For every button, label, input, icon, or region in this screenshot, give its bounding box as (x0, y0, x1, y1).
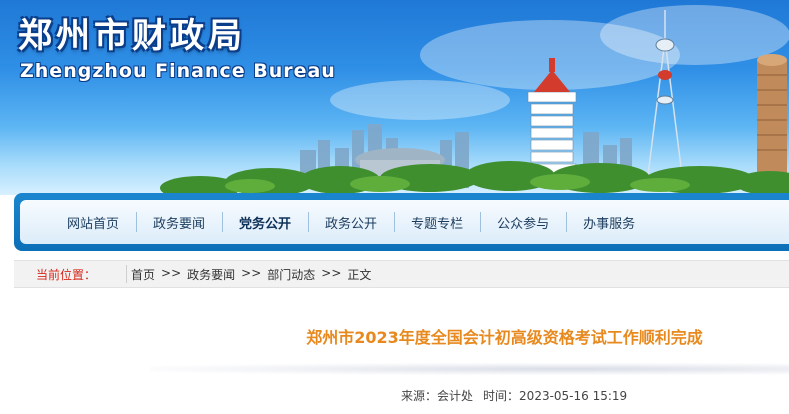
article-time: 时间：2023-05-16 15:19 (483, 387, 627, 404)
source-value: 会计处 (437, 389, 474, 403)
article-title: 郑州市2023年度全国会计初高级资格考试工作顺利完成 (306, 328, 703, 347)
site-banner: 郑州市财政局 Zhengzhou Finance Bureau (0, 0, 789, 195)
breadcrumb-divider (126, 265, 127, 283)
breadcrumb-trail: 首页 >> 政务要闻 >> 部门动态 >> 正文 (131, 266, 371, 283)
time-value: 2023-05-16 15:19 (519, 389, 628, 403)
breadcrumb-current: 正文 (347, 268, 372, 282)
breadcrumb-government-news[interactable]: 政务要闻 (187, 266, 235, 283)
main-nav: 网站首页 政务要闻 党务公开 政务公开 专题专栏 公众参与 办事服务 (50, 200, 652, 244)
source-label: 来源： (401, 389, 438, 403)
breadcrumb-home[interactable]: 首页 (131, 266, 155, 283)
breadcrumb-label: 当前位置： (36, 268, 97, 282)
nav-item-services[interactable]: 办事服务 (566, 200, 652, 244)
main-nav-bar: 网站首页 政务要闻 党务公开 政务公开 专题专栏 公众参与 办事服务 (14, 193, 789, 251)
breadcrumb-department-news[interactable]: 部门动态 (267, 266, 315, 283)
breadcrumb-separator: >> (241, 266, 262, 280)
nav-item-special-topics[interactable]: 专题专栏 (394, 200, 480, 244)
site-title: 郑州市财政局 (18, 16, 246, 56)
article-source: 来源：会计处 (401, 387, 473, 404)
article-meta: 来源：会计处 时间：2023-05-16 15:19 (401, 387, 627, 404)
time-label: 时间： (483, 389, 520, 403)
site-subtitle: Zhengzhou Finance Bureau (20, 60, 336, 82)
nav-item-government-affairs[interactable]: 政务公开 (308, 200, 394, 244)
nav-item-home[interactable]: 网站首页 (50, 200, 136, 244)
nav-item-public-participation[interactable]: 公众参与 (480, 200, 566, 244)
nav-item-party-affairs[interactable]: 党务公开 (222, 200, 308, 244)
breadcrumb: 当前位置： 首页 >> 政务要闻 >> 部门动态 >> 正文 (14, 260, 789, 288)
nav-item-government-news[interactable]: 政务要闻 (136, 200, 222, 244)
title-divider (150, 363, 789, 375)
breadcrumb-separator: >> (161, 266, 182, 280)
breadcrumb-separator: >> (321, 266, 342, 280)
main-nav-inner: 网站首页 政务要闻 党务公开 政务公开 专题专栏 公众参与 办事服务 (20, 200, 789, 244)
